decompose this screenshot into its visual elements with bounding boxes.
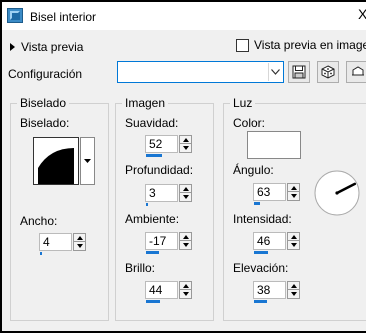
ancho-slider[interactable] [40, 252, 42, 255]
preview-on-image-checkbox[interactable] [236, 38, 249, 52]
spin-down-icon[interactable] [180, 290, 191, 298]
biselado-group-label: Biselado [17, 96, 70, 110]
angulo-slider[interactable] [254, 202, 260, 205]
spin-down-icon[interactable] [180, 144, 191, 152]
profundidad-label: Profundidad: [125, 163, 194, 177]
expand-triangle-icon [10, 43, 15, 51]
window-title: Bisel interior [30, 10, 97, 24]
elevacion-label: Elevación: [233, 261, 289, 275]
luz-group-label: Luz [230, 96, 256, 110]
spin-up-icon[interactable] [288, 233, 299, 241]
angulo-label: Ángulo: [233, 163, 274, 177]
angulo-input[interactable]: 63 [253, 183, 286, 201]
brillo-input[interactable]: 44 [145, 281, 178, 299]
preview-toggle-label: Vista previa [21, 40, 84, 54]
ambiente-input[interactable]: -17 [145, 232, 178, 250]
close-icon[interactable]: X [358, 6, 366, 22]
ambiente-stepper[interactable] [179, 232, 192, 250]
dialog-frame: Bisel interior X Vista previa Vista prev… [2, 2, 366, 331]
profundidad-spinner[interactable]: 3 [145, 184, 192, 206]
config-dropdown[interactable] [117, 61, 284, 83]
bevel-app-icon [7, 8, 23, 23]
ancho-input[interactable]: 4 [39, 233, 72, 251]
spin-up-icon[interactable] [288, 282, 299, 290]
ambiente-label: Ambiente: [125, 212, 180, 226]
ancho-spinner[interactable]: 4 [39, 233, 86, 255]
spin-down-icon[interactable] [288, 241, 299, 249]
title-bar[interactable]: Bisel interior X [2, 2, 366, 30]
bevel-profile-icon [38, 148, 74, 184]
ancho-stepper[interactable] [73, 233, 86, 251]
config-label: Configuración [8, 67, 83, 81]
suavidad-stepper[interactable] [179, 135, 192, 153]
profundidad-stepper[interactable] [179, 184, 192, 202]
spin-down-icon[interactable] [74, 242, 85, 250]
angulo-spinner[interactable]: 63 [253, 183, 300, 205]
intensidad-slider[interactable] [254, 251, 268, 254]
spin-up-icon[interactable] [180, 282, 191, 290]
spin-down-icon[interactable] [288, 192, 299, 200]
reset-icon [352, 66, 364, 76]
intensidad-spinner[interactable]: 46 [253, 232, 300, 254]
spin-up-icon[interactable] [180, 233, 191, 241]
ambiente-spinner[interactable]: -17 [145, 232, 192, 254]
suavidad-input[interactable]: 52 [145, 135, 178, 153]
angle-dial[interactable] [313, 169, 361, 217]
elevacion-slider[interactable] [254, 300, 267, 303]
suavidad-slider[interactable] [146, 154, 162, 157]
spin-up-icon[interactable] [74, 234, 85, 242]
dialog-window: Bisel interior X Vista previa Vista prev… [0, 0, 366, 333]
suavidad-label: Suavidad: [125, 116, 179, 130]
bevel-shape-label: Biselado: [20, 116, 70, 130]
save-icon [292, 65, 306, 79]
spin-up-icon[interactable] [180, 185, 191, 193]
spin-down-icon[interactable] [288, 290, 299, 298]
color-label: Color: [233, 116, 266, 130]
spin-down-icon[interactable] [180, 241, 191, 249]
brillo-label: Brillo: [125, 261, 156, 275]
random-dice-icon [321, 65, 335, 79]
save-preset-button[interactable] [288, 61, 310, 83]
spin-down-icon[interactable] [180, 193, 191, 201]
bevel-shape-picker[interactable] [33, 137, 95, 185]
intensidad-input[interactable]: 46 [253, 232, 286, 250]
chevron-down-icon [84, 159, 91, 163]
profundidad-input[interactable]: 3 [145, 184, 178, 202]
bevel-dropdown-button[interactable] [80, 137, 95, 185]
ambiente-slider[interactable] [146, 251, 159, 254]
light-color-swatch[interactable] [247, 131, 301, 159]
bevel-shape-preview [33, 137, 79, 185]
intensidad-label: Intensidad: [233, 212, 292, 226]
suavidad-spinner[interactable]: 52 [145, 135, 192, 157]
chevron-down-icon[interactable] [268, 63, 282, 81]
reset-button[interactable] [346, 61, 366, 83]
elevacion-stepper[interactable] [287, 281, 300, 299]
brillo-slider[interactable] [146, 300, 160, 303]
spin-up-icon[interactable] [180, 136, 191, 144]
spin-up-icon[interactable] [288, 184, 299, 192]
elevacion-spinner[interactable]: 38 [253, 281, 300, 303]
dialog-body: Vista previa Vista previa en imagen Conf… [2, 30, 366, 331]
intensidad-stepper[interactable] [287, 232, 300, 250]
biselado-group: Biselado [10, 96, 109, 321]
preview-toggle[interactable]: Vista previa [10, 40, 83, 54]
ancho-label: Ancho: [20, 214, 58, 228]
angulo-stepper[interactable] [287, 183, 300, 201]
randomize-button[interactable] [317, 61, 339, 83]
profundidad-slider[interactable] [146, 203, 148, 206]
preview-on-image-label: Vista previa en imagen [254, 38, 366, 52]
brillo-stepper[interactable] [179, 281, 192, 299]
brillo-spinner[interactable]: 44 [145, 281, 192, 303]
preview-on-image-option[interactable]: Vista previa en imagen [236, 38, 366, 52]
imagen-group-label: Imagen [122, 96, 169, 110]
elevacion-input[interactable]: 38 [253, 281, 286, 299]
